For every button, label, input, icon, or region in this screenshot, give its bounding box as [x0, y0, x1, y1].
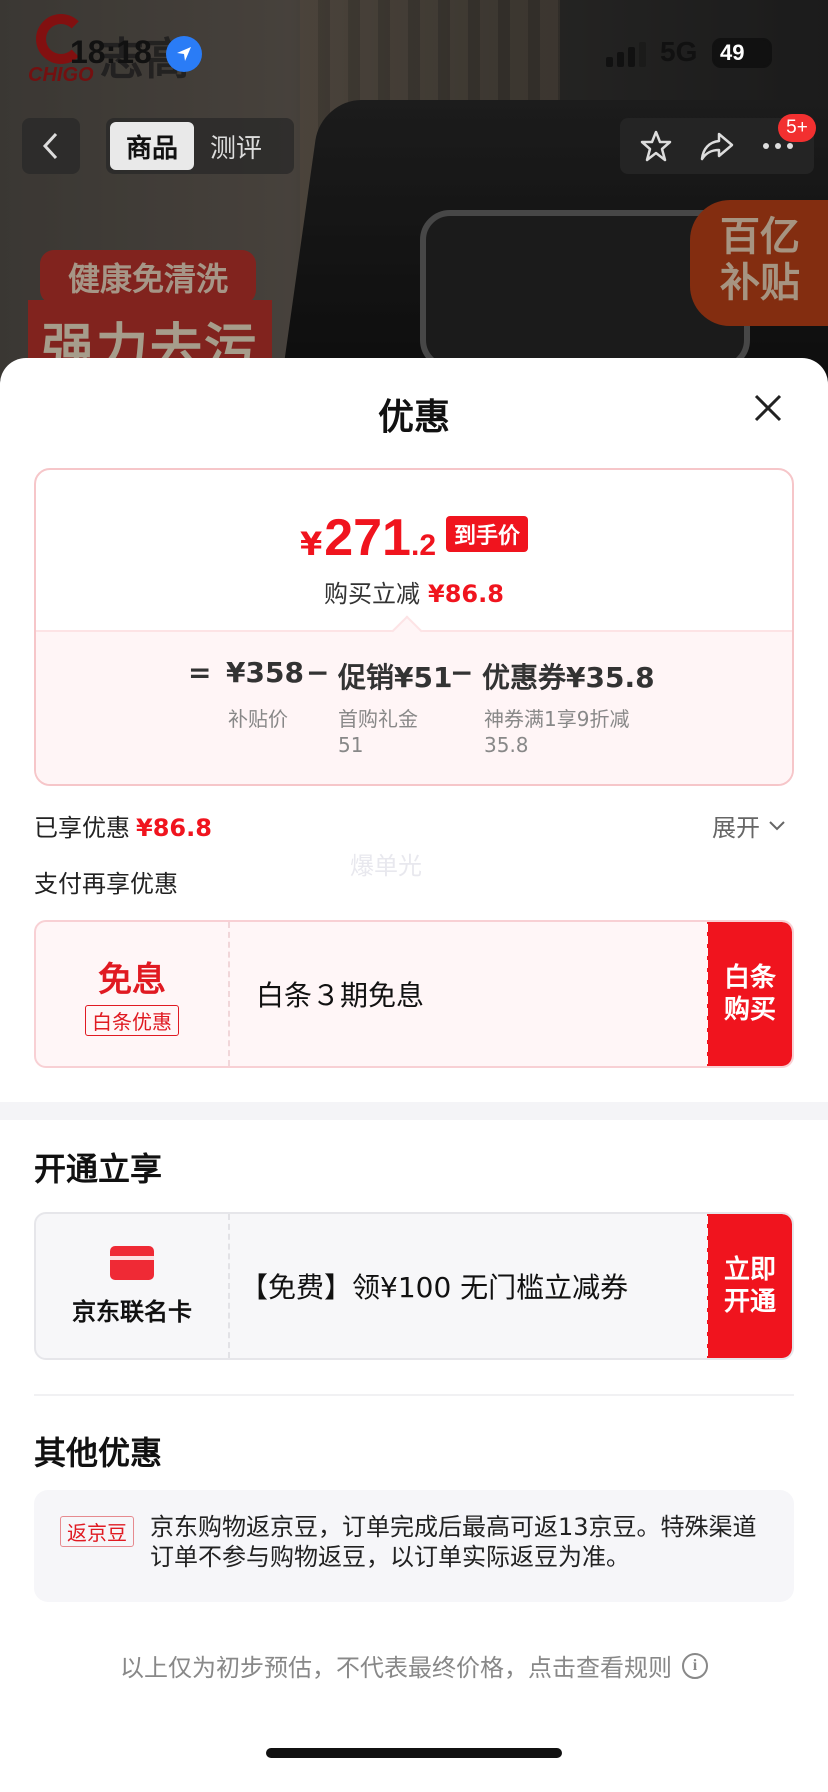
cellular-signal-icon	[606, 42, 646, 67]
enjoyed-discount: 已享优惠 ¥86.8	[34, 808, 212, 843]
credit-card-icon	[110, 1245, 154, 1280]
interest-free-title: 免息	[98, 960, 166, 1000]
breakdown-base-sub: 补贴价	[228, 706, 288, 732]
status-bar: 18:18 5G 49	[0, 0, 828, 100]
more-badge: 5+	[778, 114, 816, 142]
price-summary: ¥ 271 .2 到手价 购买立减 ¥86.8	[36, 470, 792, 630]
info-icon: i	[682, 1652, 708, 1679]
divider	[34, 1394, 794, 1396]
reduce-line: 购买立减 ¥86.8	[36, 574, 792, 609]
battery-icon: 49	[712, 38, 772, 68]
product-tabs: 商品 测评	[106, 118, 294, 174]
enjoyed-label: 已享优惠	[34, 814, 130, 842]
coupon-sub-line1: 神券满1享9折减	[484, 707, 630, 731]
share-icon[interactable]	[699, 130, 735, 162]
baitiao-button-line1: 白条	[723, 963, 776, 993]
jd-card-offer-left: 京东联名卡	[36, 1214, 230, 1358]
bean-offer: 返京豆 京东购物返京豆，订单完成后最高可返13京豆。特殊渠道订单不参与购物返豆，…	[34, 1490, 794, 1602]
rules-link[interactable]: 以上仅为初步预估，不代表最终价格，点击查看规则 i	[0, 1648, 828, 1683]
price-decimal: .2	[410, 529, 437, 562]
promo-sub-line2: 51	[338, 733, 364, 757]
price-integer: 271	[324, 509, 411, 567]
reduce-label: 购买立减	[324, 580, 421, 608]
price-currency: ¥	[299, 525, 323, 563]
baitiao-button-line2: 购买	[723, 995, 776, 1025]
other-section-title: 其他优惠	[34, 1434, 163, 1472]
chevron-down-icon	[769, 820, 785, 830]
jd-card-offer: 京东联名卡 【免费】领¥100 无门槛立减券 立即 开通	[34, 1212, 794, 1360]
section-gap	[0, 1102, 828, 1120]
bean-text: 京东购物返京豆，订单完成后最高可返13京豆。特殊渠道订单不参与购物返豆，以订单实…	[150, 1513, 757, 1571]
status-time: 18:18	[70, 34, 152, 70]
final-price-tag: 到手价	[446, 516, 529, 552]
breakdown-base: ¥358	[226, 656, 304, 689]
network-type: 5G	[660, 36, 698, 67]
promo-sub-line1: 首购礼金	[338, 707, 418, 731]
enjoyed-value: ¥86.8	[136, 814, 212, 842]
pay-more-label: 支付再享优惠	[34, 870, 178, 898]
breakdown-promo-sub: 首购礼金 51	[338, 706, 418, 758]
location-arrow-icon	[166, 36, 202, 72]
sheet-title: 优惠	[377, 397, 450, 438]
price-card: ¥ 271 .2 到手价 购买立减 ¥86.8 = ¥358 − 促销¥51 − …	[34, 468, 794, 786]
breakdown-coupon: 优惠券¥35.8	[482, 661, 655, 694]
base-sub-label: 补贴价	[228, 707, 288, 731]
breakdown-equals: =	[188, 656, 212, 689]
breakdown-promo: 促销¥51	[338, 661, 453, 694]
jd-card-label: 京东联名卡	[72, 1297, 192, 1326]
price-breakdown: = ¥358 − 促销¥51 − 优惠券¥35.8 补贴价 首购礼金 51 神券…	[36, 615, 792, 784]
baitiao-offer-card: 免息 白条优惠 白条３期免息 白条 购买	[34, 920, 794, 1068]
tab-product[interactable]: 商品	[110, 122, 195, 170]
breakdown-minus-2: −	[450, 656, 474, 689]
baitiao-offer-left: 免息 白条优惠	[36, 922, 230, 1066]
watermark: 爆单光	[350, 852, 422, 880]
reduce-value: ¥86.8	[428, 580, 504, 608]
baitiao-desc: 白条３期免息	[256, 979, 425, 1012]
home-indicator	[266, 1748, 562, 1758]
coupon-sub-line2: 35.8	[484, 733, 529, 757]
discount-sheet: 优惠 ¥ 271 .2 到手价 购买立减 ¥86.8 = ¥358 − 促销¥51…	[0, 358, 828, 1792]
chevron-left-icon	[42, 132, 58, 160]
baitiao-buy-button[interactable]: 白条 购买	[707, 922, 792, 1066]
open-button-line2: 开通	[723, 1287, 776, 1317]
open-button-line1: 立即	[723, 1255, 776, 1285]
open-now-button[interactable]: 立即 开通	[707, 1214, 792, 1358]
bean-tag: 返京豆	[60, 1516, 134, 1547]
footnote-text: 以上仅为初步预估，不代表最终价格，点击查看规则	[120, 1654, 672, 1682]
close-icon[interactable]	[748, 388, 788, 428]
open-section-title: 开通立享	[34, 1150, 163, 1188]
back-button[interactable]	[22, 118, 80, 174]
tab-review[interactable]: 测评	[194, 122, 278, 170]
expand-label: 展开	[712, 814, 760, 842]
more-icon[interactable]	[761, 141, 795, 151]
final-price: ¥ 271 .2 到手价	[36, 508, 792, 568]
breakdown-coupon-sub: 神券满1享9折减 35.8	[484, 706, 629, 758]
breakdown-minus-1: −	[306, 656, 330, 689]
jd-card-desc: 【免费】领¥100 无门槛立减券	[240, 1271, 629, 1304]
baitiao-tag: 白条优惠	[85, 1005, 179, 1036]
expand-button[interactable]: 展开	[712, 808, 786, 843]
star-icon[interactable]	[639, 129, 673, 163]
